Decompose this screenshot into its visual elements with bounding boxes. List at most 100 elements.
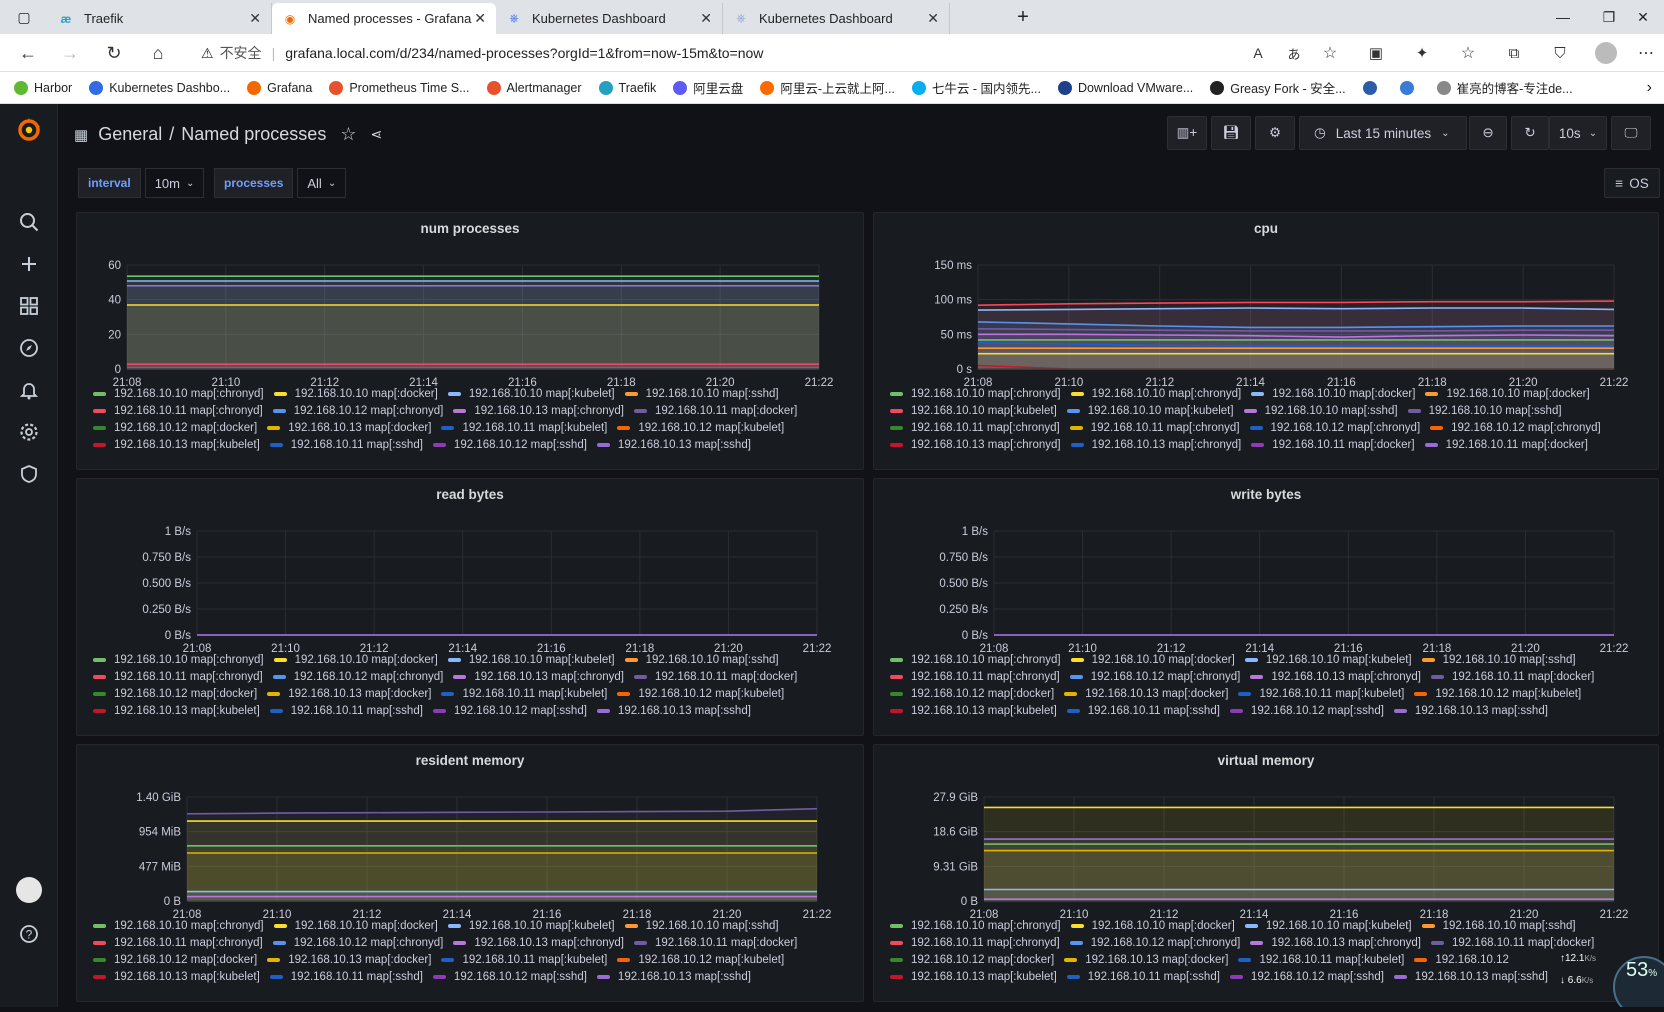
legend-item[interactable]: 192.168.10.10 map[:kubelet] [447, 918, 615, 935]
legend-item[interactable]: 192.168.10.11 map[:chronyd] [93, 669, 263, 686]
legend-item[interactable]: 192.168.10.10 map[:sshd] [1421, 652, 1576, 669]
legend-item[interactable]: 192.168.10.13 map[:sshd] [596, 703, 751, 720]
close-tab-icon[interactable]: ✕ [474, 10, 486, 27]
help-icon[interactable]: ? [15, 920, 43, 948]
legend-item[interactable]: 192.168.10.13 map[:chronyd] [453, 669, 624, 686]
legend-item[interactable]: 192.168.10.10 map[:kubelet] [1244, 652, 1412, 669]
legend-item[interactable]: 192.168.10.11 map[:chronyd] [93, 403, 263, 420]
dashboard-title[interactable]: Named processes [181, 124, 326, 145]
legend-item[interactable]: 192.168.10.13 map[:docker] [1064, 686, 1228, 703]
legend-item[interactable]: 192.168.10.10 map[:kubelet] [1244, 918, 1412, 935]
legend-item[interactable]: 192.168.10.12 map[:chronyd] [1249, 420, 1420, 437]
legend-item[interactable]: 192.168.10.12 map[:chronyd] [1069, 935, 1240, 952]
legend-item[interactable]: 192.168.10.10 map[:chronyd] [93, 652, 264, 669]
refresh-dashboard-button[interactable]: ↻ [1511, 116, 1549, 150]
legend-item[interactable]: 192.168.10.13 map[:chronyd] [453, 403, 624, 420]
legend-item[interactable]: 192.168.10.11 map[:docker] [633, 403, 797, 420]
address-bar[interactable]: ⚠ 不安全 | grafana.local.com/d/234/named-pr… [185, 39, 1350, 67]
legend-item[interactable]: 192.168.10.11 map[:docker] [633, 935, 797, 952]
variable-select[interactable]: 10m ⌄ [144, 168, 205, 198]
legend-item[interactable]: 192.168.10.13 map[:kubelet] [93, 437, 260, 454]
shield-icon[interactable]: ⛉ [1542, 34, 1578, 72]
legend-item[interactable]: 192.168.10.12 map[:sshd] [1229, 703, 1384, 720]
legend-item[interactable]: 192.168.10.12 [1414, 952, 1509, 969]
legend-item[interactable]: 192.168.10.13 map[:sshd] [596, 437, 751, 454]
legend-item[interactable]: 192.168.10.12 map[:kubelet] [617, 952, 784, 969]
new-tab-icon[interactable]: + [1000, 0, 1046, 34]
legend-item[interactable]: 192.168.10.13 map[:sshd] [596, 969, 751, 986]
legend-item[interactable]: 192.168.10.10 map[:chronyd] [93, 918, 264, 935]
legend-item[interactable]: 192.168.10.12 map[:docker] [93, 952, 257, 969]
legend-item[interactable]: 192.168.10.10 map[:sshd] [1243, 403, 1398, 420]
forward-icon[interactable]: → [52, 34, 88, 72]
server-admin-shield-icon[interactable] [15, 460, 43, 488]
extension-icon[interactable]: ▣ [1358, 34, 1394, 72]
more-icon[interactable]: ⋯ [1628, 34, 1664, 72]
legend-item[interactable]: 192.168.10.12 map[:sshd] [432, 437, 587, 454]
legend-item[interactable]: 192.168.10.10 map[:kubelet] [1066, 403, 1234, 420]
legend-item[interactable]: 192.168.10.11 map[:chronyd] [890, 420, 1060, 437]
legend-item[interactable]: 192.168.10.11 map[:kubelet] [441, 420, 607, 437]
home-icon[interactable]: ⌂ [140, 34, 176, 72]
save-dashboard-button[interactable]: 💾︎ [1211, 116, 1251, 150]
legend-item[interactable]: 192.168.10.12 map[:docker] [93, 686, 257, 703]
panel-virtual-memory[interactable]: virtual memory 0 B 9.31 GiB 18.6 GiB 27.9 Gi… [873, 744, 1659, 1002]
back-icon[interactable]: ← [10, 34, 46, 72]
os-link-button[interactable]: ≡ OS [1604, 168, 1660, 198]
close-window-icon[interactable]: ✕ [1620, 0, 1664, 34]
bookmarks-overflow-icon[interactable]: › [1647, 79, 1652, 97]
legend-item[interactable]: 192.168.10.11 map[:sshd] [269, 437, 423, 454]
legend-item[interactable]: 192.168.10.12 map[:kubelet] [617, 686, 784, 703]
legend-item[interactable]: 192.168.10.11 map[:kubelet] [1238, 952, 1404, 969]
legend-item[interactable]: 192.168.10.13 map[:sshd] [1393, 703, 1548, 720]
legend-item[interactable]: 192.168.10.13 map[:docker] [267, 952, 431, 969]
grafana-logo-icon[interactable] [15, 116, 43, 144]
legend-item[interactable]: 192.168.10.10 map[:chronyd] [93, 386, 264, 403]
browser-tab[interactable]: ⎈ Kubernetes Dashboard ✕ [496, 3, 723, 34]
legend-item[interactable]: 192.168.10.11 map[:sshd] [1066, 703, 1220, 720]
legend-item[interactable]: 192.168.10.11 map[:chronyd] [93, 935, 263, 952]
search-icon[interactable] [15, 208, 43, 236]
browser-tab[interactable]: ⎈ Kubernetes Dashboard ✕ [723, 3, 950, 34]
legend-item[interactable]: 192.168.10.11 map[:chronyd] [1069, 420, 1240, 437]
legend-item[interactable]: 192.168.10.13 map[:kubelet] [93, 703, 260, 720]
legend-item[interactable]: 192.168.10.12 map[:docker] [890, 686, 1054, 703]
bookmark-item[interactable]: Kubernetes Dashbo... [89, 80, 230, 95]
legend-item[interactable]: 192.168.10.13 map[:kubelet] [93, 969, 260, 986]
bookmark-item[interactable]: Alertmanager [486, 80, 582, 95]
legend-item[interactable]: 192.168.10.10 map[:docker] [1070, 652, 1235, 669]
legend-item[interactable]: 192.168.10.10 map[:kubelet] [447, 652, 615, 669]
legend-item[interactable]: 192.168.10.10 map[:chronyd] [890, 652, 1061, 669]
legend-item[interactable]: 192.168.10.10 map[:kubelet] [447, 386, 615, 403]
legend-item[interactable]: 192.168.10.12 map[:docker] [890, 952, 1054, 969]
legend-item[interactable]: 192.168.10.10 map[:sshd] [1407, 403, 1562, 420]
time-picker-button[interactable]: ◷ Last 15 minutes ⌄ [1299, 116, 1467, 150]
bookmark-item[interactable]: Download VMware... [1057, 80, 1193, 95]
dashboard-settings-button[interactable]: ⚙ [1255, 116, 1295, 150]
legend-item[interactable]: 192.168.10.13 map[:chronyd] [453, 935, 624, 952]
legend-item[interactable]: 192.168.10.10 map[:sshd] [624, 652, 779, 669]
legend-item[interactable]: 192.168.10.12 map[:chronyd] [1430, 420, 1601, 437]
bookmark-item[interactable]: Greasy Fork - 安全... [1210, 78, 1346, 97]
bookmark-item[interactable] [1399, 80, 1420, 95]
browser-tab[interactable]: æ Traefik ✕ [48, 3, 272, 34]
legend-item[interactable]: 192.168.10.10 map[:docker] [273, 386, 438, 403]
close-tab-icon[interactable]: ✕ [927, 10, 939, 27]
legend-item[interactable]: 192.168.10.11 map[:docker] [1430, 935, 1594, 952]
legend-item[interactable]: 192.168.10.12 map[:chronyd] [272, 935, 443, 952]
star-icon[interactable]: ☆ [340, 124, 356, 145]
translate-icon[interactable]: あ [1276, 34, 1312, 72]
legend-item[interactable]: 192.168.10.11 map[:chronyd] [890, 935, 1060, 952]
legend-item[interactable]: 192.168.10.10 map[:chronyd] [890, 918, 1061, 935]
legend-item[interactable]: 192.168.10.10 map[:kubelet] [890, 403, 1057, 420]
legend-item[interactable]: 192.168.10.10 map[:docker] [1251, 386, 1415, 403]
bookmark-item[interactable]: Traefik [598, 80, 656, 95]
legend-item[interactable]: 192.168.10.11 map[:kubelet] [441, 686, 607, 703]
legend-item[interactable]: 192.168.10.10 map[:sshd] [1421, 918, 1576, 935]
puzzle-icon[interactable]: ✦ [1404, 34, 1440, 72]
legend-item[interactable]: 192.168.10.13 map[:chronyd] [890, 437, 1061, 454]
bookmark-item[interactable]: 七牛云 - 国内领先... [911, 78, 1041, 97]
legend-item[interactable]: 192.168.10.12 map[:sshd] [432, 969, 587, 986]
url-text[interactable]: grafana.local.com/d/234/named-processes?… [285, 45, 763, 61]
user-avatar[interactable] [15, 876, 43, 904]
